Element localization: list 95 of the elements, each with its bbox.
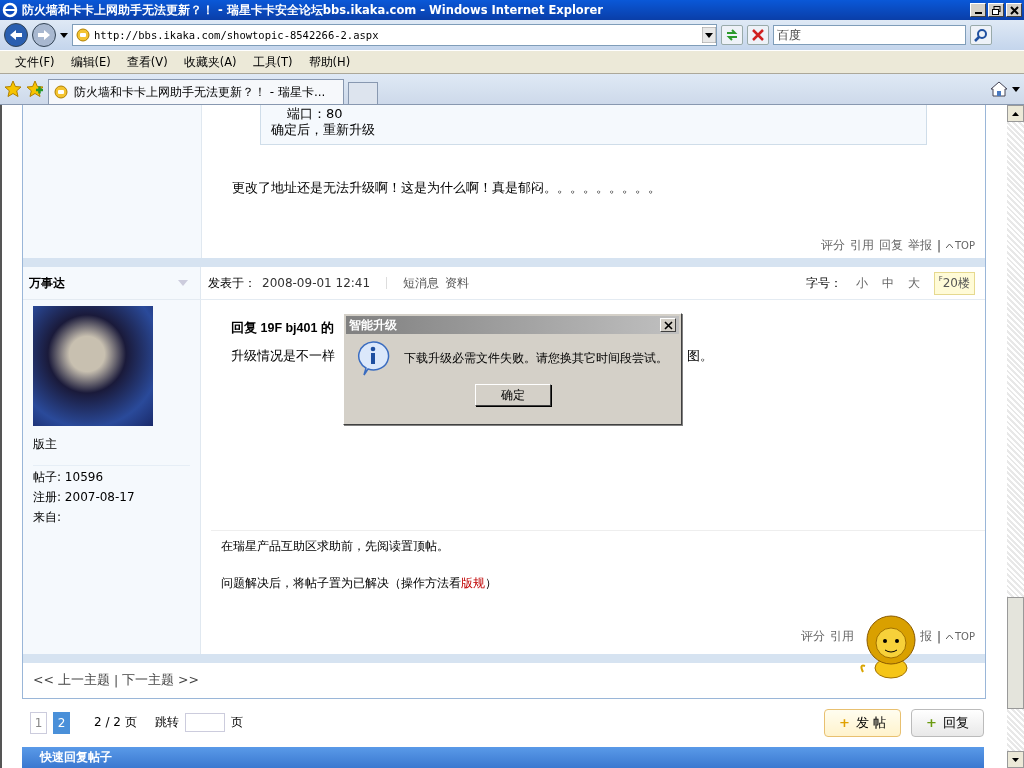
post-text: 升级情况是不一样 [231, 347, 335, 365]
posted-label: 发表于： [208, 274, 256, 292]
ok-button[interactable]: 确定 [474, 384, 551, 406]
caret-up-icon [946, 634, 953, 639]
author-name[interactable]: 万事达 [29, 274, 65, 292]
browser-logo-icon [2, 2, 18, 18]
menu-item[interactable]: 文件(F) [8, 52, 62, 72]
lion-mascot-drawing [859, 614, 919, 680]
dropdown-arrow-icon[interactable] [60, 32, 68, 38]
refresh-button[interactable] [721, 25, 743, 45]
post-date: 2008-09-01 12:41 [262, 276, 371, 290]
dialog-message: 下载升级必需文件失败。请您换其它时间段尝试。 [404, 350, 668, 366]
info-icon [356, 340, 390, 376]
menu-item[interactable]: 工具(T) [245, 52, 300, 72]
refresh-icon [725, 28, 739, 42]
close-button[interactable] [660, 318, 676, 332]
font-size-label: 字号： [805, 274, 842, 292]
post-action-link[interactable]: 评分 [820, 237, 845, 254]
back-to-top-link[interactable]: TOP [946, 631, 975, 642]
separator-text: | [936, 629, 941, 644]
user-stat: 来自: [33, 509, 62, 526]
quote-text: 确定后，重新升级 [271, 122, 375, 138]
separator-text: | [113, 673, 119, 688]
menu-item[interactable]: 帮助(H) [301, 52, 358, 72]
caret-up-icon [946, 243, 953, 248]
font-size-link[interactable]: 小 [855, 274, 868, 292]
page-icon [76, 28, 90, 42]
caret-down-icon [1012, 757, 1019, 762]
next-topic-link[interactable]: 下一主题 >> [122, 672, 200, 689]
scroll-down-button[interactable] [1007, 751, 1024, 768]
previous-topic-link[interactable]: << 上一主题 [33, 672, 110, 689]
plus-icon: + [839, 715, 850, 731]
minimize-icon [974, 12, 982, 14]
caret-up-icon [1012, 111, 1019, 116]
stop-button[interactable] [747, 25, 769, 45]
page-icon [54, 85, 68, 99]
dropdown-arrow-icon[interactable] [1012, 86, 1020, 92]
dropdown-arrow-icon[interactable] [702, 27, 716, 43]
scroll-up-button[interactable] [1007, 105, 1024, 122]
menu-item[interactable]: 收藏夹(A) [176, 52, 244, 72]
font-size-link[interactable]: 中 [881, 274, 894, 292]
right-arrow-icon [36, 28, 52, 42]
menu-item[interactable]: 查看(V) [119, 52, 175, 72]
browser-tab[interactable]: 防火墙和卡卡上网助手无法更新？！ - 瑞星卡... [48, 79, 344, 104]
plus-icon: + [926, 715, 937, 731]
left-arrow-icon [8, 28, 24, 42]
user-stat: 帖子: 10596 [33, 469, 104, 486]
user-stat: 注册: 2007-08-17 [33, 489, 135, 506]
floor-badge: $^{F}$20楼 [933, 271, 975, 295]
close-icon [1009, 5, 1019, 15]
user-link[interactable]: 资料 [445, 274, 470, 292]
signature-text: 问题解决后，将帖子置为已解决（操作方法看版规） [221, 576, 497, 591]
add-favorite-icon[interactable] [26, 80, 44, 98]
page-number[interactable]: 1 [30, 711, 47, 734]
user-link[interactable]: 短消息 [403, 274, 440, 292]
post-text: 图。 [687, 347, 713, 365]
post-action-link[interactable]: 引用 [849, 237, 874, 254]
back-button[interactable] [4, 23, 28, 47]
forward-button[interactable] [32, 23, 56, 47]
home-icon[interactable] [990, 81, 1008, 97]
menu-item[interactable]: 编辑(E) [63, 52, 118, 72]
post-action-link[interactable]: 报 [919, 628, 932, 645]
scroll-thumb[interactable] [1007, 597, 1024, 709]
page-input[interactable] [184, 713, 225, 733]
address-field[interactable]: http://bbs.ikaka.com/showtopic-8542266-2.aspx [72, 24, 717, 46]
minimize-button[interactable] [970, 3, 986, 17]
back-to-top-link[interactable]: TOP [946, 240, 975, 251]
post-action-link[interactable]: 引用 [829, 628, 854, 645]
quick-reply-bar: 快速回复帖子 [22, 746, 984, 768]
signature-text: 在瑞星产品互助区求助前，先阅读置顶帖。 [221, 539, 449, 554]
restore-button[interactable] [988, 3, 1004, 17]
window-title: 防火墙和卡卡上网助手无法更新？！ - 瑞星卡卡安全论坛bbs.ikaka.com - Windows Internet Explorer [22, 2, 603, 18]
star-icon[interactable] [4, 80, 22, 98]
reply-button[interactable]: + 回复 [911, 708, 984, 737]
close-button[interactable] [1006, 3, 1022, 17]
restore-icon [991, 5, 1001, 15]
dialog-title: 智能升级 [349, 316, 397, 334]
font-size-link[interactable]: 大 [907, 274, 920, 292]
search-field[interactable]: 百度 [773, 25, 966, 45]
new-post-button[interactable]: + 发 帖 [824, 708, 902, 737]
quote-text: 端口：80 [286, 106, 343, 122]
user-role: 版主 [33, 436, 57, 453]
post-action-link[interactable]: 回复 [878, 237, 903, 254]
rules-link[interactable]: 版规 [461, 576, 485, 590]
reply-heading: 回复 19F bj401 的 [231, 320, 334, 337]
post-action-link[interactable]: 评分 [800, 628, 825, 645]
post-text: 更改了地址还是无法升级啊！这是为什么啊！真是郁闷。。。。。。。。。 [232, 179, 662, 197]
page-count: 2 / 2 页 [94, 714, 137, 732]
search-button[interactable] [970, 25, 992, 45]
close-icon [752, 29, 764, 41]
post-action-link[interactable]: 举报 [907, 237, 932, 254]
jump-label: 跳转 [154, 714, 179, 732]
page-suffix: 页 [230, 714, 243, 732]
separator-text: | [936, 238, 941, 253]
search-icon [974, 28, 988, 42]
